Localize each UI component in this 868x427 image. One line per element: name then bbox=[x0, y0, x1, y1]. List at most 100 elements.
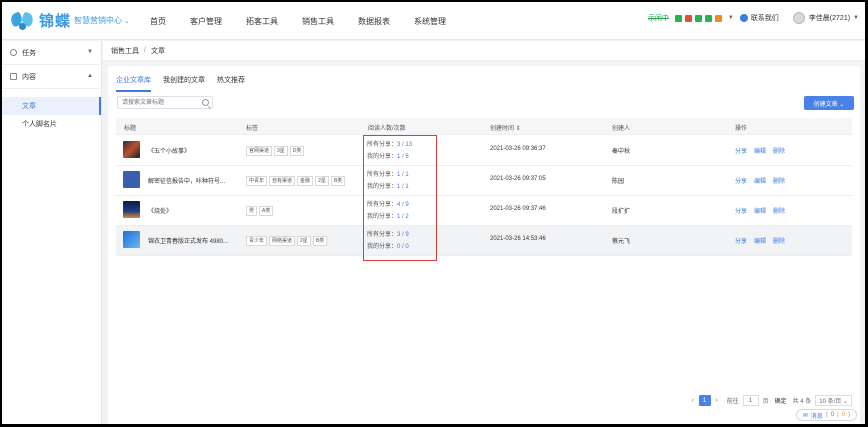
app-icon-red[interactable] bbox=[684, 14, 692, 22]
chevron-down-icon[interactable]: ▼ bbox=[728, 15, 734, 21]
avatar bbox=[792, 12, 805, 24]
task-icon bbox=[10, 49, 17, 56]
tag: B类 bbox=[330, 176, 346, 186]
tag: 自有渠道 bbox=[269, 176, 296, 186]
top-right-tools: 示闲中 ▼ 联系我们 李佳晨(2721) ▼ bbox=[648, 12, 859, 24]
article-tags: 青少年 网络渠道 2星 B类 bbox=[246, 236, 329, 246]
share-button[interactable]: 分享 bbox=[735, 206, 747, 215]
butterfly-logo-icon bbox=[9, 11, 36, 31]
creator: 秦中秋 bbox=[612, 149, 631, 155]
page-size-select[interactable]: 10 条/页 ⌄ bbox=[815, 395, 852, 406]
tag: A类 bbox=[259, 206, 274, 216]
tag: 男 bbox=[246, 206, 258, 216]
tab-company-library[interactable]: 企业文章库 bbox=[116, 72, 151, 92]
nav-sales-tools[interactable]: 销售工具 bbox=[302, 16, 334, 27]
app-icon-green[interactable] bbox=[674, 14, 682, 22]
prev-page-button[interactable]: ‹ bbox=[687, 395, 699, 406]
sidebar-group-task[interactable]: 任务 ▼ bbox=[2, 41, 101, 65]
row-actions: 分享 编辑 删除 bbox=[735, 146, 792, 155]
tab-my-articles[interactable]: 我创建的文章 bbox=[163, 72, 205, 92]
nav-system[interactable]: 系统管理 bbox=[414, 16, 446, 27]
nav-reports[interactable]: 数据报表 bbox=[358, 16, 390, 27]
edit-button[interactable]: 编辑 bbox=[754, 146, 766, 155]
tag: 2星 bbox=[315, 176, 329, 186]
confirm-button[interactable]: 确定 bbox=[775, 396, 787, 405]
delete-button[interactable]: 删除 bbox=[773, 146, 785, 155]
article-title[interactable]: 《烧处》 bbox=[148, 206, 172, 215]
app-icon-green-2[interactable] bbox=[694, 14, 702, 22]
create-article-button[interactable]: 创建文章 ⌄ bbox=[804, 96, 854, 110]
brand-subtitle: 智慧营销中心 bbox=[74, 16, 123, 25]
created-time: 2021-03-26 14:53:46 bbox=[490, 236, 546, 242]
page-number-current[interactable]: 1 bbox=[698, 395, 711, 406]
created-time: 2021-03-26 09:36:37 bbox=[490, 146, 546, 152]
share-button[interactable]: 分享 bbox=[735, 236, 747, 245]
delete-button[interactable]: 删除 bbox=[773, 176, 785, 185]
chevron-down-icon: ▼ bbox=[853, 15, 859, 21]
tag: 网络渠道 bbox=[269, 236, 296, 246]
message-count-b: 0 bbox=[841, 412, 845, 418]
article-thumbnail bbox=[123, 141, 140, 158]
app-icon-green-3[interactable] bbox=[704, 14, 712, 22]
chevron-up-icon: ▲ bbox=[87, 73, 93, 79]
tag: 金融 bbox=[297, 176, 314, 186]
created-time: 2021-03-26 09:37:46 bbox=[490, 206, 546, 212]
edit-button[interactable]: 编辑 bbox=[754, 176, 766, 185]
nav-prospecting[interactable]: 拓客工具 bbox=[246, 16, 278, 27]
breadcrumb-item[interactable]: 销售工具 bbox=[111, 46, 139, 56]
nav-customers[interactable]: 客户管理 bbox=[190, 16, 222, 27]
article-tags: 男 A类 bbox=[246, 206, 275, 216]
edit-button[interactable]: 编辑 bbox=[754, 236, 766, 245]
contact-us-label: 联系我们 bbox=[750, 15, 779, 22]
article-tags: 官网渠道 3星 D类 bbox=[246, 146, 306, 156]
sidebar-group-label: 任务 bbox=[22, 49, 36, 57]
main-nav: 首页 客户管理 拓客工具 销售工具 数据报表 系统管理 bbox=[150, 16, 470, 27]
article-title[interactable]: 《五个小故事》 bbox=[148, 146, 190, 155]
col-reads: 阅读人数/次数 bbox=[368, 126, 406, 132]
tab-hot-articles[interactable]: 热文推荐 bbox=[217, 72, 245, 92]
message-count-a: 0 bbox=[830, 412, 835, 418]
row-actions: 分享 编辑 删除 bbox=[735, 176, 792, 185]
article-thumbnail bbox=[123, 171, 140, 188]
search-icon[interactable] bbox=[202, 99, 209, 106]
brand-logo[interactable]: 锦蝶 智慧营销中心 ⌄ bbox=[9, 10, 130, 31]
article-title[interactable]: 锦衣卫青春版正式发布 4980... bbox=[148, 236, 228, 245]
delete-button[interactable]: 删除 bbox=[773, 236, 785, 245]
tag: 官网渠道 bbox=[246, 146, 273, 156]
goto-page-input[interactable]: 1 bbox=[742, 395, 759, 406]
edit-button[interactable]: 编辑 bbox=[754, 206, 766, 215]
table-row[interactable]: 解密征信报告中，咔种符号... 中青年 自有渠道 金融 2星 B类 所有分享：1… bbox=[116, 166, 852, 196]
next-page-button[interactable]: › bbox=[711, 395, 723, 406]
share-button[interactable]: 分享 bbox=[735, 176, 747, 185]
col-created-time[interactable]: 创建时间 ⇕ bbox=[490, 123, 521, 132]
app-frame: 锦蝶 智慧营销中心 ⌄ 首页 客户管理 拓客工具 销售工具 数据报表 系统管理 … bbox=[2, 2, 865, 424]
table-row[interactable]: 《烧处》 男 A类 所有分享：4 / 9 我的分享：1 / 2 2021-03-… bbox=[116, 196, 852, 226]
delete-button[interactable]: 删除 bbox=[773, 206, 785, 215]
status-text[interactable]: 示闲中 bbox=[648, 13, 669, 23]
col-creator: 创建人 bbox=[612, 126, 631, 132]
user-name: 李佳晨(2721) bbox=[808, 15, 851, 22]
sidebar-item-articles[interactable]: 文章 bbox=[2, 97, 101, 115]
chevron-down-icon: ⌄ bbox=[124, 17, 130, 25]
contact-us-link[interactable]: 联系我们 bbox=[739, 13, 779, 23]
sidebar-item-business-card[interactable]: 个人脚名片 bbox=[2, 115, 101, 133]
message-button[interactable]: ✉ 消息 ( 0 | 0 ) bbox=[795, 409, 857, 421]
nav-home[interactable]: 首页 bbox=[150, 16, 166, 27]
table-row[interactable]: 《五个小故事》 官网渠道 3星 D类 所有分享：3 / 13 我的分享：1 / … bbox=[116, 136, 852, 166]
user-menu[interactable]: 李佳晨(2721) ▼ bbox=[792, 12, 859, 24]
row-actions: 分享 编辑 删除 bbox=[735, 236, 792, 245]
created-time: 2021-03-26 09:37:05 bbox=[490, 176, 546, 182]
creator: 段扩扩 bbox=[612, 209, 631, 215]
page-unit-label: 页 bbox=[762, 399, 769, 405]
search-input[interactable] bbox=[118, 97, 198, 108]
article-title[interactable]: 解密征信报告中，咔种符号... bbox=[148, 176, 225, 185]
app-icon-orange[interactable] bbox=[714, 14, 722, 22]
sidebar-group-content[interactable]: 内容 ▲ bbox=[2, 65, 101, 89]
share-button[interactable]: 分享 bbox=[735, 146, 747, 155]
article-thumbnail bbox=[123, 201, 140, 218]
table-row[interactable]: 锦衣卫青春版正式发布 4980... 青少年 网络渠道 2星 B类 所有分享：3… bbox=[116, 226, 852, 256]
table-header: 标题 标签 阅读人数/次数 创建时间 ⇕ 创建人 操作 bbox=[116, 118, 852, 135]
article-tags: 中青年 自有渠道 金融 2星 B类 bbox=[246, 176, 347, 186]
headset-icon bbox=[739, 14, 748, 22]
creator: 陈园 bbox=[612, 179, 625, 185]
